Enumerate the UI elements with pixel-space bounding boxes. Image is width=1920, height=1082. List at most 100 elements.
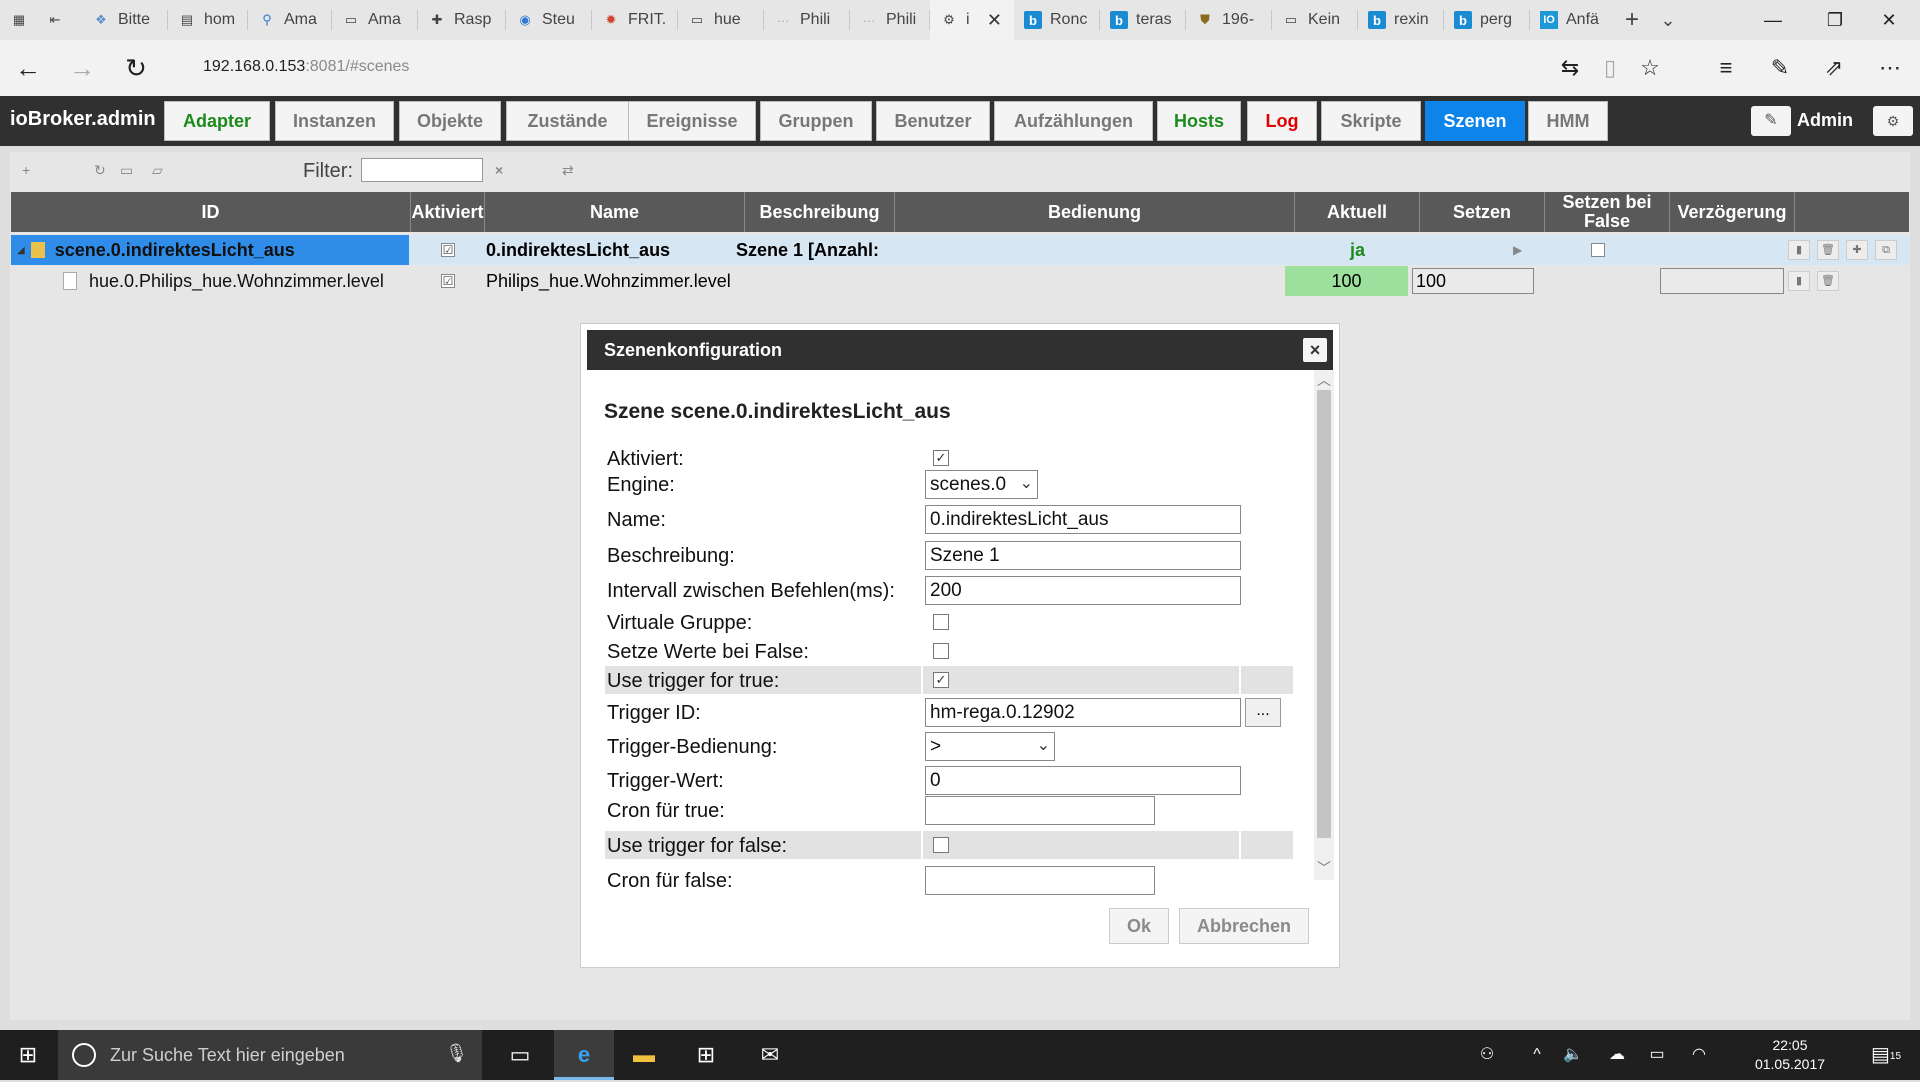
hub-icon[interactable]: ≡ [1708, 52, 1744, 84]
folder-icon[interactable]: ▭ [120, 162, 133, 179]
settings-gear-button[interactable]: ⚙ [1873, 106, 1913, 136]
tab-overview-button[interactable]: ▦ [0, 0, 36, 40]
folder-open-icon[interactable]: ▱ [152, 162, 163, 179]
name-input[interactable]: 0.indirektesLicht_aus [925, 505, 1241, 534]
column-name[interactable]: Name [485, 192, 745, 232]
task-view-icon[interactable]: ▭ [490, 1030, 550, 1080]
mail-icon[interactable]: ✉ [740, 1030, 800, 1080]
activated-checkbox[interactable]: ☑ [441, 274, 455, 288]
scrollbar-thumb[interactable] [1317, 390, 1331, 838]
dialog-scrollbar[interactable]: ︿ ﹀ [1314, 370, 1334, 880]
battery-icon[interactable]: ▭ [1640, 1030, 1674, 1080]
refresh-icon[interactable]: ↻ [116, 48, 156, 88]
trigger-op-select[interactable]: > ⌄ [925, 732, 1055, 761]
forward-arrow-icon[interactable]: → [62, 48, 102, 88]
filter-input[interactable] [361, 158, 483, 182]
set-on-false-checkbox[interactable] [1591, 235, 1611, 265]
taskbar-search-box[interactable]: Zur Suche Text hier eingeben 🎙 [58, 1030, 482, 1080]
edit-icon[interactable]: ▮ [1788, 271, 1810, 291]
tab-gruppen[interactable]: Gruppen [760, 101, 872, 141]
tab-zustaende[interactable]: Zustände [506, 101, 629, 141]
interval-input[interactable]: 200 [925, 576, 1241, 605]
row-activated[interactable]: ☑ [441, 235, 471, 265]
add-state-plus-icon[interactable]: ✚ [1846, 240, 1868, 260]
delay-cell[interactable] [1660, 266, 1784, 296]
browse-trigger-id-button[interactable]: ... [1245, 698, 1281, 727]
browser-tab[interactable]: ▭ hue [678, 0, 764, 40]
favorite-star-icon[interactable]: ☆ [1632, 52, 1668, 84]
browser-tab[interactable]: ✹ FRIT. [592, 0, 678, 40]
scroll-down-arrow-icon[interactable]: ﹀ [1317, 858, 1331, 878]
new-tab-button[interactable]: + [1614, 0, 1650, 40]
column-setzen-bei-false[interactable]: Setzen bei False [1545, 192, 1670, 232]
add-scene-icon[interactable]: + [22, 162, 30, 178]
browser-tab[interactable]: IO Anfä [1530, 0, 1616, 40]
browser-tab-active[interactable]: ⚙ i ✕ [930, 0, 1014, 40]
browser-tab[interactable]: ✚ Rasp [418, 0, 506, 40]
table-row[interactable]: ◢ scene.0.indirektesLicht_aus ☑ 0.indire… [11, 235, 1909, 265]
reading-view-icon[interactable]: ▯ [1592, 52, 1628, 84]
column-aktiviert[interactable]: Aktiviert [411, 192, 485, 232]
close-dialog-icon[interactable]: × [1303, 338, 1327, 362]
browser-tab[interactable]: b rexin [1358, 0, 1444, 40]
state-set-cell[interactable]: 100 [1412, 266, 1534, 296]
scroll-up-arrow-icon[interactable]: ︿ [1317, 370, 1331, 390]
dialog-form-scroll-area[interactable]: Aktiviert: ✓ Engine: scenes.0 ⌄ Name: 0.i… [581, 424, 1315, 806]
column-aktuell[interactable]: Aktuell [1295, 192, 1420, 232]
edit-pencil-button[interactable]: ✎ [1751, 106, 1791, 136]
description-input[interactable]: Szene 1 [925, 541, 1241, 570]
close-window-button[interactable]: ✕ [1858, 0, 1920, 40]
trigger-id-input[interactable]: hm-rega.0.12902 [925, 698, 1241, 727]
file-explorer-icon[interactable]: ▬ [614, 1030, 674, 1080]
column-bedienung[interactable]: Bedienung [895, 192, 1295, 232]
delete-trash-icon[interactable]: 🗑 [1817, 271, 1839, 291]
browser-tab[interactable]: ▭ Kein [1272, 0, 1358, 40]
translate-icon[interactable]: ⇆ [1552, 52, 1588, 84]
set-on-false-checkbox[interactable] [933, 643, 949, 659]
browser-tab[interactable]: ⛊ 196- [1186, 0, 1272, 40]
delete-trash-icon[interactable]: 🗑 [1817, 240, 1839, 260]
tab-aside-button[interactable]: ⇤ [36, 0, 72, 40]
tab-instanzen[interactable]: Instanzen [275, 101, 394, 141]
people-icon[interactable]: ⚇ [1470, 1030, 1504, 1080]
more-menu-icon[interactable]: ⋯ [1872, 52, 1908, 84]
dialog-title-bar[interactable]: Szenenkonfiguration × [587, 330, 1333, 370]
store-icon[interactable]: ⊞ [676, 1030, 736, 1080]
clock[interactable]: 22:05 01.05.2017 [1740, 1036, 1840, 1074]
cancel-button[interactable]: Abbrechen [1179, 908, 1309, 944]
browser-tab[interactable]: ··· Phili [850, 0, 930, 40]
clear-filter-icon[interactable]: × [495, 162, 503, 178]
copy-icon[interactable]: ⧉ [1875, 240, 1897, 260]
tab-hmm[interactable]: HMM [1528, 101, 1608, 141]
cron-true-input[interactable] [925, 796, 1155, 825]
minimize-button[interactable]: — [1742, 0, 1804, 40]
browser-tab[interactable]: ⚲ Ama [248, 0, 332, 40]
activated-checkbox[interactable]: ✓ [933, 450, 949, 466]
collapse-triangle-icon[interactable]: ◢ [17, 245, 25, 256]
browser-tab[interactable]: ▭ Ama [332, 0, 418, 40]
onedrive-cloud-icon[interactable]: ☁ [1600, 1030, 1634, 1080]
browser-tab[interactable]: ❖ Bitte [82, 0, 168, 40]
url-field[interactable]: 192.168.0.153:8081/#scenes [203, 58, 409, 76]
browser-tab[interactable]: b teras [1100, 0, 1186, 40]
web-note-pen-icon[interactable]: ✎ [1762, 52, 1798, 84]
swap-icon[interactable]: ⇄ [562, 162, 574, 179]
tab-list-chevron-down-icon[interactable]: ⌄ [1650, 0, 1686, 40]
trigger-true-checkbox[interactable]: ✓ [933, 672, 949, 688]
delay-input[interactable] [1660, 268, 1784, 294]
volume-icon[interactable]: 🔈 [1556, 1030, 1590, 1080]
row-activated[interactable]: ☑ [441, 266, 471, 296]
show-hidden-icons-chevron-up-icon[interactable]: ^ [1520, 1030, 1554, 1080]
tab-adapter[interactable]: Adapter [164, 101, 270, 141]
windows-start-icon[interactable]: ⊞ [0, 1030, 56, 1080]
column-beschreibung[interactable]: Beschreibung [745, 192, 895, 232]
edge-browser-icon[interactable]: e [554, 1030, 614, 1080]
tab-aufzaehlungen[interactable]: Aufzählungen [994, 101, 1153, 141]
maximize-button[interactable]: ❐ [1804, 0, 1866, 40]
row-id-cell[interactable]: hue.0.Philips_hue.Wohnzimmer.level [63, 266, 409, 296]
tab-skripte[interactable]: Skripte [1321, 101, 1421, 141]
trigger-value-input[interactable]: 0 [925, 766, 1241, 795]
action-center-notification-icon[interactable]: ▤15 [1866, 1030, 1906, 1080]
tab-hosts[interactable]: Hosts [1157, 101, 1241, 141]
engine-select[interactable]: scenes.0 ⌄ [925, 470, 1038, 499]
